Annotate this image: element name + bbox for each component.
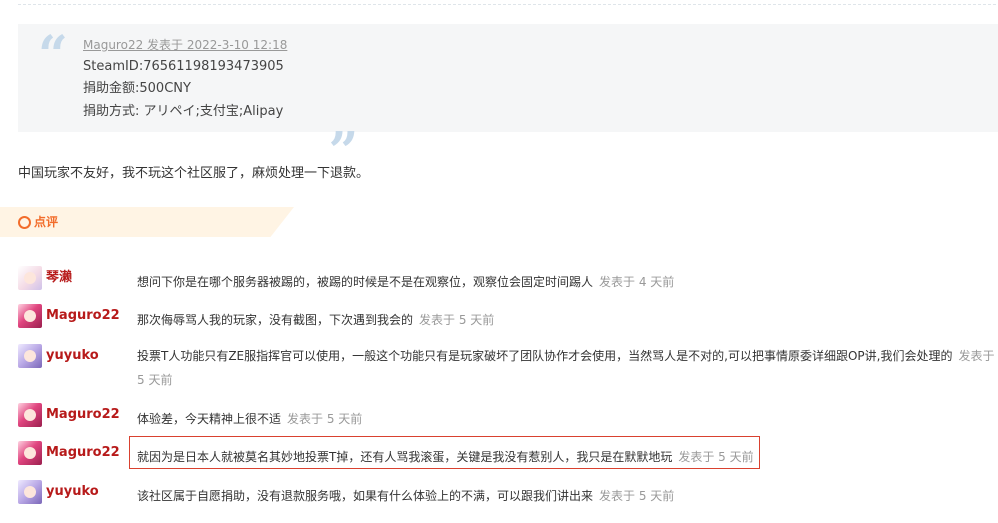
comment-text: 那次侮辱骂人我的玩家，没有截图，下次遇到我会的 发表于 5 天前: [137, 308, 494, 332]
comment-author[interactable]: Maguro22: [46, 407, 120, 423]
donation-quote: “ Maguro22 发表于 2022-3-10 12:18 SteamID:7…: [18, 24, 998, 155]
review-section-header: 点评: [0, 207, 294, 237]
comment-time: 发表于 4 天前: [599, 275, 675, 289]
comment-time: 发表于 5 天前: [287, 412, 363, 426]
post-body: 中国玩家不友好，我不玩这个社区服了，麻烦处理一下退款。: [18, 166, 370, 181]
comment-author[interactable]: Maguro22: [46, 308, 120, 324]
avatar[interactable]: [18, 266, 42, 290]
quote-payment-method: 捐助方式: アリペイ;支付宝;Alipay: [83, 104, 284, 119]
comment-body: 投票T人功能只有ZE服指挥官可以使用，一般这个功能只有是玩家破坏了团队协作才会使…: [137, 349, 953, 363]
comment-body: 想问下你是在哪个服务器被踢的，被踢的时候是不是在观察位，观察位会固定时间踢人: [137, 275, 594, 289]
comment-text: 投票T人功能只有ZE服指挥官可以使用，一般这个功能只有是玩家破坏了团队协作才会使…: [137, 344, 998, 392]
avatar[interactable]: [18, 344, 42, 368]
comment-author[interactable]: Maguro22: [46, 445, 120, 461]
avatar[interactable]: [18, 304, 42, 328]
comment-time: 发表于 5 天前: [599, 489, 675, 503]
comment-time: 发表于 5 天前: [419, 313, 495, 327]
top-divider: [18, 4, 996, 5]
comment-body: 体验差，今天精神上很不适: [137, 412, 282, 426]
comment-author[interactable]: yuyuko: [46, 484, 99, 500]
avatar[interactable]: [18, 480, 42, 504]
comment-body: 该社区属于自愿捐助，没有退款服务哦，如果有什么体验上的不满，可以跟我们讲出来: [137, 489, 594, 503]
comment-text: 该社区属于自愿捐助，没有退款服务哦，如果有什么体验上的不满，可以跟我们讲出来 发表…: [137, 484, 674, 508]
circle-icon: [18, 216, 31, 229]
open-quote-icon: “: [38, 25, 68, 86]
quote-amount: 捐助金额:500CNY: [83, 81, 191, 96]
avatar[interactable]: [18, 441, 42, 465]
highlight-box: [129, 436, 760, 469]
comment-text: 体验差，今天精神上很不适 发表于 5 天前: [137, 407, 362, 431]
comment-text: 想问下你是在哪个服务器被踢的，被踢的时候是不是在观察位，观察位会固定时间踢人 发表…: [137, 270, 674, 294]
comment-author[interactable]: yuyuko: [46, 348, 99, 364]
quote-author-link[interactable]: Maguro22 发表于 2022-3-10 12:18: [83, 36, 287, 54]
comment-author[interactable]: 琴濑: [46, 270, 72, 286]
comment-body: 那次侮辱骂人我的玩家，没有截图，下次遇到我会的: [137, 313, 414, 327]
close-quote-icon: “: [328, 94, 358, 155]
avatar[interactable]: [18, 403, 42, 427]
quote-steam-id: SteamID:76561198193473905: [83, 59, 284, 74]
review-title: 点评: [34, 215, 59, 229]
